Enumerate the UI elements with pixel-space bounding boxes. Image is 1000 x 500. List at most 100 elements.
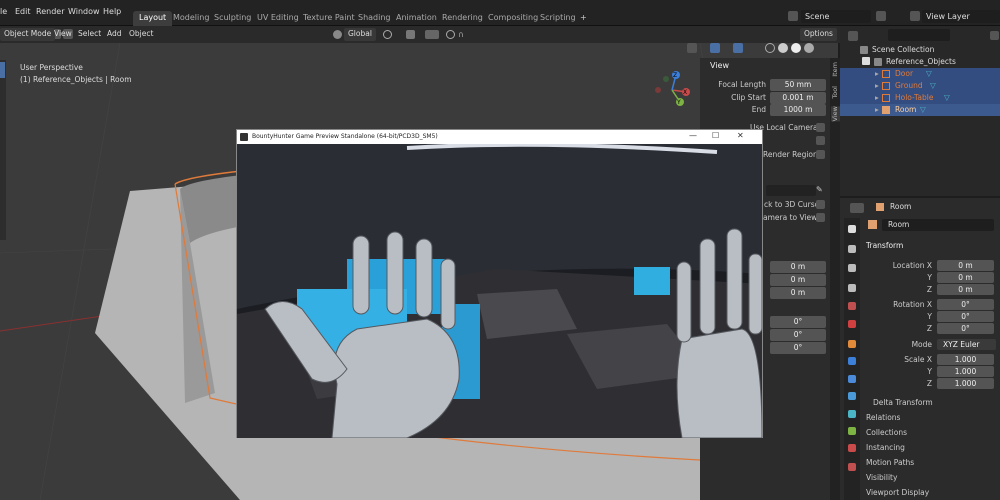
render-region-checkbox[interactable] bbox=[816, 150, 825, 159]
orientation-selector[interactable]: Global bbox=[344, 28, 376, 41]
options-button[interactable]: Options bbox=[800, 28, 837, 41]
menu-add[interactable]: Add bbox=[103, 28, 126, 41]
expand-arrow-icon[interactable]: ▸ bbox=[875, 81, 879, 90]
game-render-canvas[interactable] bbox=[237, 144, 762, 438]
collections-header[interactable]: Collections bbox=[866, 428, 907, 437]
tab-sculpting[interactable]: Sculpting bbox=[208, 11, 257, 26]
scene-selector[interactable]: Scene bbox=[801, 10, 871, 23]
scene-copy-icon[interactable] bbox=[876, 11, 886, 21]
outliner-search-input[interactable] bbox=[888, 29, 950, 41]
motion-paths-header[interactable]: Motion Paths bbox=[866, 458, 914, 467]
rotation-mode-selector[interactable]: XYZ Euler bbox=[937, 339, 996, 350]
outliner-item-holo-table[interactable]: ▸ Holo-Table ▽ bbox=[840, 92, 1000, 104]
checkbox-icon[interactable] bbox=[862, 57, 870, 65]
falloff-icon[interactable]: ∩ bbox=[458, 30, 470, 39]
cursor-location-y-field[interactable]: 0 m bbox=[770, 274, 826, 286]
close-button[interactable]: ✕ bbox=[737, 131, 744, 140]
pivot-icon[interactable] bbox=[383, 30, 392, 39]
local-camera-checkbox[interactable] bbox=[816, 123, 825, 132]
transform-header[interactable]: Transform bbox=[866, 241, 903, 250]
snap-target-icon[interactable] bbox=[425, 30, 439, 39]
shading-rendered-icon[interactable] bbox=[804, 43, 814, 53]
game-window-titlebar[interactable]: BountyHunter Game Preview Standalone (64… bbox=[237, 130, 762, 144]
eyedropper-icon[interactable] bbox=[816, 136, 825, 145]
texture-props-icon[interactable] bbox=[848, 463, 856, 471]
modifier-props-icon[interactable] bbox=[848, 357, 856, 365]
outliner-scene-collection[interactable]: Scene Collection bbox=[840, 44, 1000, 56]
menu-select[interactable]: Select bbox=[74, 28, 105, 41]
menu-file[interactable]: le bbox=[0, 7, 7, 16]
menu-window[interactable]: Window bbox=[68, 7, 100, 16]
viewport-overlay-icon[interactable] bbox=[687, 43, 697, 53]
outliner-funnel-icon[interactable] bbox=[990, 31, 999, 40]
world-props-icon[interactable] bbox=[848, 320, 856, 328]
output-props-icon[interactable] bbox=[848, 264, 856, 272]
menu-edit[interactable]: Edit bbox=[15, 7, 31, 16]
rotation-x-field[interactable]: 0° bbox=[937, 299, 994, 310]
focal-length-field[interactable]: 50 mm bbox=[770, 79, 826, 91]
shading-material-icon[interactable] bbox=[791, 43, 801, 53]
gizmo-toggle-icon[interactable] bbox=[733, 43, 743, 53]
editor-type-icon[interactable] bbox=[850, 203, 864, 213]
rotation-z-field[interactable]: 0° bbox=[937, 323, 994, 334]
menu-help[interactable]: Help bbox=[103, 7, 121, 16]
expand-arrow-icon[interactable]: ▸ bbox=[875, 93, 879, 102]
rotation-y-field[interactable]: 0° bbox=[937, 311, 994, 322]
location-x-field[interactable]: 0 m bbox=[937, 260, 994, 271]
viewport-display-header[interactable]: Viewport Display bbox=[866, 488, 929, 497]
clip-start-field[interactable]: 0.001 m bbox=[770, 92, 826, 104]
data-props-icon[interactable] bbox=[848, 427, 856, 435]
cursor-rotation-y-field[interactable]: 0° bbox=[770, 329, 826, 341]
outliner-item-door[interactable]: ▸ Door ▽ bbox=[840, 68, 1000, 80]
delta-transform-header[interactable]: Delta Transform bbox=[873, 398, 933, 407]
particles-props-icon[interactable] bbox=[848, 375, 856, 383]
outliner-filter-icon[interactable] bbox=[848, 31, 858, 41]
object-props-icon[interactable] bbox=[848, 340, 856, 348]
maximize-button[interactable]: ☐ bbox=[712, 131, 719, 140]
render-props-icon[interactable] bbox=[848, 245, 856, 253]
location-z-field[interactable]: 0 m bbox=[937, 284, 994, 295]
tool-props-icon[interactable] bbox=[848, 225, 856, 233]
active-tool-icon[interactable] bbox=[0, 62, 5, 78]
lock-cursor-checkbox[interactable] bbox=[816, 200, 825, 209]
tab-tool[interactable]: Tool bbox=[831, 86, 840, 99]
cursor-location-x-field[interactable]: 0 m bbox=[770, 261, 826, 273]
location-y-field[interactable]: 0 m bbox=[937, 272, 994, 283]
expand-arrow-icon[interactable]: ▸ bbox=[875, 69, 879, 78]
view-layer-props-icon[interactable] bbox=[848, 284, 856, 292]
physics-props-icon[interactable] bbox=[848, 392, 856, 400]
material-props-icon[interactable] bbox=[848, 444, 856, 452]
shading-wireframe-icon[interactable] bbox=[765, 43, 775, 53]
shading-solid-icon[interactable] bbox=[778, 43, 788, 53]
tab-item[interactable]: Item bbox=[831, 62, 840, 77]
menu-view[interactable]: View bbox=[50, 28, 76, 41]
relations-header[interactable]: Relations bbox=[866, 413, 900, 422]
camera-view-checkbox[interactable] bbox=[816, 213, 825, 222]
visibility-header[interactable]: Visibility bbox=[866, 473, 897, 482]
cursor-location-z-field[interactable]: 0 m bbox=[770, 287, 826, 299]
game-preview-window[interactable]: BountyHunter Game Preview Standalone (64… bbox=[236, 129, 763, 438]
scale-y-field[interactable]: 1.000 bbox=[937, 366, 994, 377]
tab-view[interactable]: View bbox=[831, 106, 840, 122]
proportional-icon[interactable] bbox=[446, 30, 455, 39]
instancing-header[interactable]: Instancing bbox=[866, 443, 905, 452]
mode-selector[interactable]: Object Mode bbox=[0, 28, 56, 41]
xray-icon[interactable] bbox=[710, 43, 720, 53]
outliner-reference-objects[interactable]: Reference_Objects bbox=[840, 56, 1000, 68]
snap-icon[interactable] bbox=[406, 30, 415, 39]
tab-animation[interactable]: Animation bbox=[390, 11, 443, 26]
clip-end-field[interactable]: 1000 m bbox=[770, 104, 826, 116]
view-layer-selector[interactable]: View Layer bbox=[922, 10, 1000, 23]
outliner-item-ground[interactable]: ▸ Ground ▽ bbox=[840, 80, 1000, 92]
constraints-props-icon[interactable] bbox=[848, 410, 856, 418]
add-workspace-button[interactable]: + bbox=[574, 11, 593, 26]
expand-arrow-icon[interactable]: ▸ bbox=[875, 105, 879, 114]
scale-z-field[interactable]: 1.000 bbox=[937, 378, 994, 389]
minimize-button[interactable]: — bbox=[689, 131, 697, 140]
menu-render[interactable]: Render bbox=[36, 7, 64, 16]
menu-object[interactable]: Object bbox=[125, 28, 157, 41]
lock-eyedropper-icon[interactable]: ✎ bbox=[816, 185, 825, 196]
lock-object-field[interactable] bbox=[766, 185, 816, 196]
cursor-rotation-x-field[interactable]: 0° bbox=[770, 316, 826, 328]
scale-x-field[interactable]: 1.000 bbox=[937, 354, 994, 365]
